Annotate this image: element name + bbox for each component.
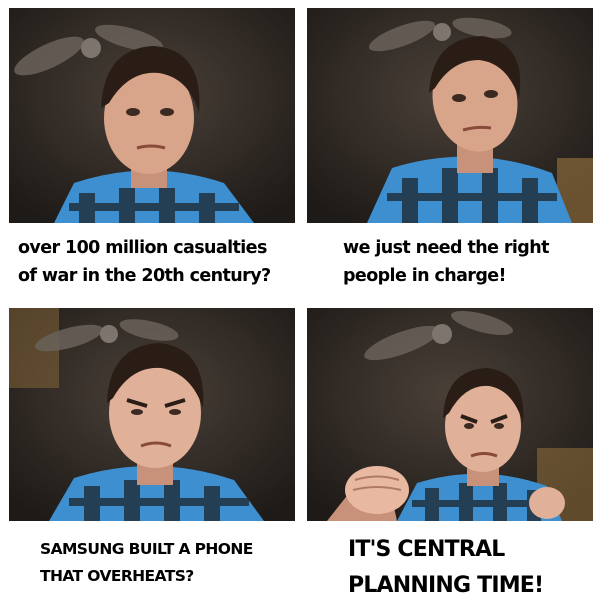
caption-panel-4: IT'S CENTRAL PLANNING TIME!	[348, 537, 544, 598]
photo-boy-frowning	[9, 308, 295, 521]
photo-boy-skeptical	[9, 8, 295, 223]
caption-panel-3: SAMSUNG BUILT A PHONE THAT OVERHEATS?	[40, 540, 253, 585]
caption-panel-2: we just need the right people in charge!	[343, 238, 549, 286]
meme-panel-1	[9, 8, 295, 223]
meme-panel-3	[9, 308, 295, 521]
caption-panel-1: over 100 million casualties of war in th…	[18, 238, 271, 286]
photo-boy-fist	[307, 308, 593, 521]
meme-panel-4	[307, 308, 593, 521]
meme-panel-2	[307, 8, 593, 223]
photo-boy-tilted	[307, 8, 593, 223]
